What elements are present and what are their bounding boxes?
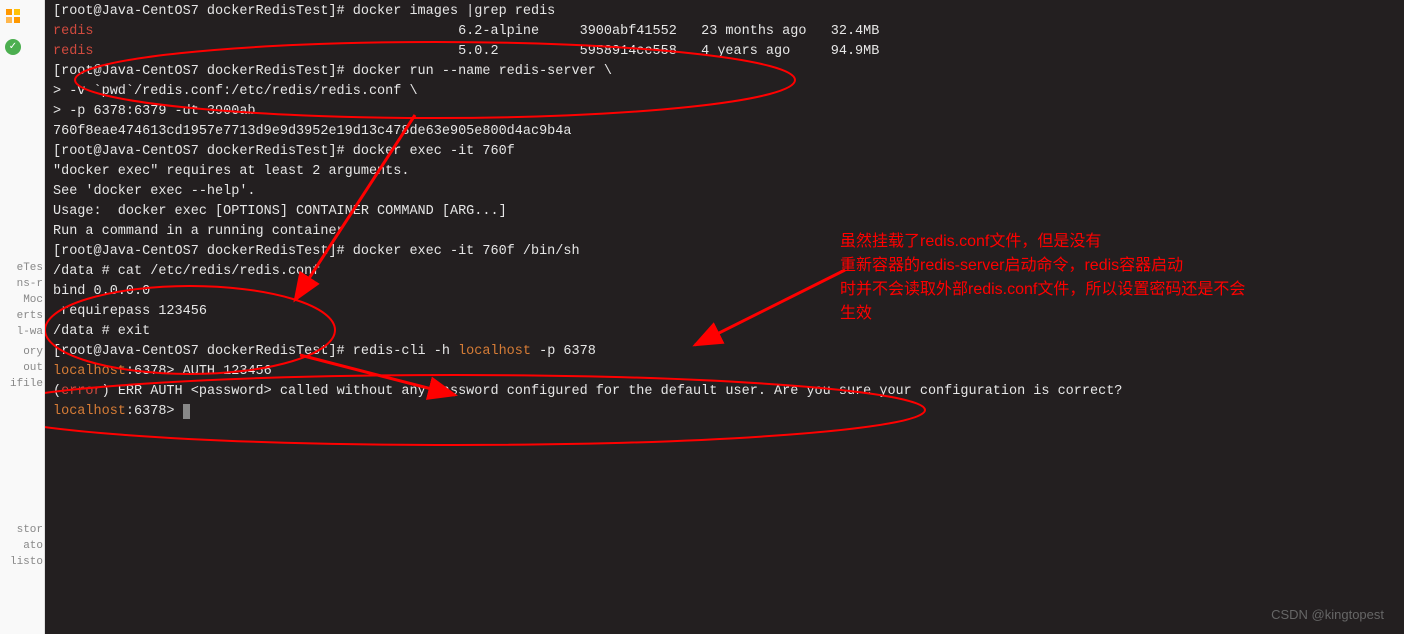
terminal-text: ) ERR AUTH <password> called without any… — [102, 384, 1123, 399]
terminal-text: ( — [53, 384, 61, 399]
terminal-text: localhost — [458, 344, 531, 359]
terminal-text: localhost — [53, 364, 126, 379]
terminal-text: > -v `pwd`/redis.conf:/etc/redis/redis.c… — [53, 84, 418, 99]
terminal-line: Run a command in a running container — [53, 222, 1396, 242]
terminal-cursor — [183, 404, 190, 419]
terminal-text: See 'docker exec --help'. — [53, 184, 256, 199]
debug-icon[interactable] — [5, 8, 21, 24]
terminal-line: [root@Java-CentOS7 dockerRedisTest]# doc… — [53, 242, 1396, 262]
terminal-line: (error) ERR AUTH <password> called witho… — [53, 382, 1396, 402]
sidebar-label[interactable]: Moc — [0, 292, 45, 308]
terminal-text: /data # exit — [53, 324, 150, 339]
terminal-text: redis — [53, 44, 94, 59]
terminal-text: [root@Java-CentOS7 dockerRedisTest]# doc… — [53, 244, 580, 259]
terminal-line: [root@Java-CentOS7 dockerRedisTest]# red… — [53, 342, 1396, 362]
terminal-text: 5.0.2 5958914cc558 4 years ago 94.9MB — [94, 44, 880, 59]
sidebar-label[interactable]: listo — [0, 554, 45, 570]
sidebar-label[interactable]: ato — [0, 538, 45, 554]
sidebar-label[interactable]: erts — [0, 308, 45, 324]
terminal-text: localhost — [53, 404, 126, 419]
terminal-line: bind 0.0.0.0 — [53, 282, 1396, 302]
terminal-line: 760f8eae474613cd1957e7713d9e9d3952e19d13… — [53, 122, 1396, 142]
terminal-text: [root@Java-CentOS7 dockerRedisTest]# red… — [53, 344, 458, 359]
terminal-line: > -v `pwd`/redis.conf:/etc/redis/redis.c… — [53, 82, 1396, 102]
terminal-output[interactable]: [root@Java-CentOS7 dockerRedisTest]# doc… — [45, 0, 1404, 634]
sidebar-label[interactable]: eTes — [0, 260, 45, 276]
terminal-text: "docker exec" requires at least 2 argume… — [53, 164, 409, 179]
terminal-text: :6378> AUTH 123456 — [126, 364, 272, 379]
terminal-text: requirepass 123456 — [53, 304, 207, 319]
terminal-text: error — [61, 384, 102, 399]
terminal-line: [root@Java-CentOS7 dockerRedisTest]# doc… — [53, 142, 1396, 162]
terminal-text: Usage: docker exec [OPTIONS] CONTAINER C… — [53, 204, 507, 219]
terminal-line: /data # exit — [53, 322, 1396, 342]
sidebar-labels: eTes ns-r Moc erts l-wa ory out ifile st… — [0, 260, 45, 570]
terminal-text: 6.2-alpine 3900abf41552 23 months ago 32… — [94, 24, 880, 39]
terminal-line: > -p 6378:6379 -dt 3900ab — [53, 102, 1396, 122]
terminal-text: /data # cat /etc/redis/redis.conf — [53, 264, 320, 279]
watermark: CSDN @kingtopest — [1271, 607, 1384, 622]
terminal-line: localhost:6378> — [53, 402, 1396, 422]
terminal-text: :6378> — [126, 404, 183, 419]
terminal-text: redis — [53, 24, 94, 39]
sidebar-label[interactable]: out — [0, 360, 45, 376]
sidebar-label — [0, 392, 45, 422]
terminal-line: "docker exec" requires at least 2 argume… — [53, 162, 1396, 182]
sidebar-label[interactable]: ifile — [0, 376, 45, 392]
terminal-line: Usage: docker exec [OPTIONS] CONTAINER C… — [53, 202, 1396, 222]
terminal-text: 760f8eae474613cd1957e7713d9e9d3952e19d13… — [53, 124, 571, 139]
terminal-line: See 'docker exec --help'. — [53, 182, 1396, 202]
terminal-line: redis 5.0.2 5958914cc558 4 years ago 94.… — [53, 42, 1396, 62]
sidebar-label[interactable]: stor — [0, 522, 45, 538]
sidebar-icons-container: ✓ — [5, 8, 21, 55]
terminal-text: -p 6378 — [531, 344, 596, 359]
terminal-text: bind 0.0.0.0 — [53, 284, 150, 299]
terminal-line: [root@Java-CentOS7 dockerRedisTest]# doc… — [53, 2, 1396, 22]
terminal-text: [root@Java-CentOS7 dockerRedisTest]# doc… — [53, 4, 555, 19]
terminal-text: > -p 6378:6379 -dt 3900ab — [53, 104, 256, 119]
terminal-line: redis 6.2-alpine 3900abf41552 23 months … — [53, 22, 1396, 42]
sidebar-label[interactable]: l-wa — [0, 324, 45, 340]
terminal-line: [root@Java-CentOS7 dockerRedisTest]# doc… — [53, 62, 1396, 82]
sidebar-label[interactable]: ns-r — [0, 276, 45, 292]
terminal-text: [root@Java-CentOS7 dockerRedisTest]# doc… — [53, 64, 612, 79]
terminal-text: Run a command in a running container — [53, 224, 345, 239]
terminal-line: /data # cat /etc/redis/redis.conf — [53, 262, 1396, 282]
status-ok-icon[interactable]: ✓ — [5, 39, 21, 55]
sidebar: ✓ eTes ns-r Moc erts l-wa ory out ifile … — [0, 0, 45, 634]
terminal-line: localhost:6378> AUTH 123456 — [53, 362, 1396, 382]
terminal-text: [root@Java-CentOS7 dockerRedisTest]# doc… — [53, 144, 515, 159]
terminal-line: requirepass 123456 — [53, 302, 1396, 322]
sidebar-label[interactable]: ory — [0, 344, 45, 360]
